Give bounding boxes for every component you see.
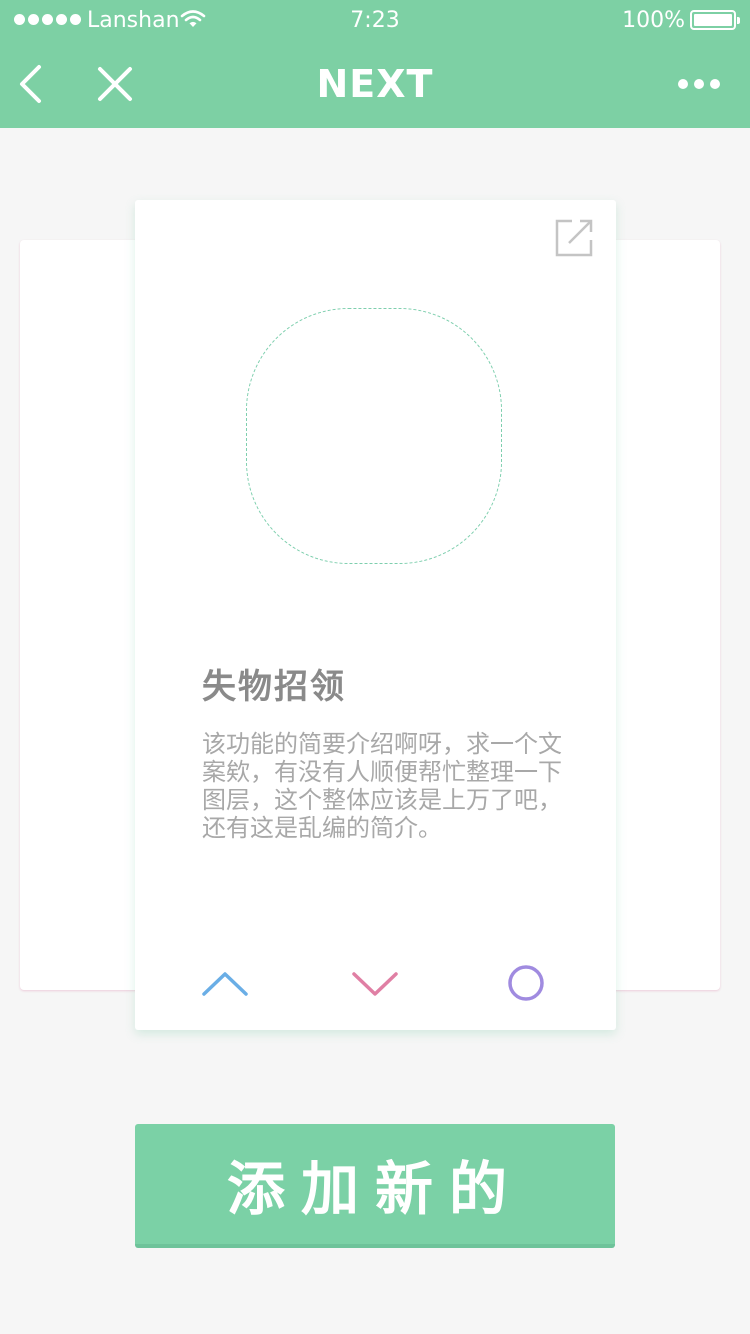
downvote-button[interactable] <box>350 960 400 1004</box>
chevron-down-icon <box>352 972 398 996</box>
app-header: Lanshan 7:23 100% NEXT <box>0 0 750 128</box>
card-description: 该功能的简要介绍啊呀，求一个文案欸，有没有人顺便帮忙整理一下图层，这个整体应该是… <box>202 730 562 842</box>
more-dots-icon <box>678 79 688 89</box>
upvote-button[interactable] <box>200 960 250 1004</box>
card-title: 失物招领 <box>202 667 346 707</box>
more-options-button[interactable] <box>678 74 724 94</box>
battery-percentage: 100% <box>622 8 685 33</box>
circle-icon <box>508 965 544 1001</box>
status-bar: Lanshan 7:23 100% <box>0 0 750 40</box>
feature-image-placeholder <box>246 308 502 564</box>
battery-icon <box>690 10 740 30</box>
circle-button[interactable] <box>501 960 551 1004</box>
feature-card[interactable]: 失物招领 该功能的简要介绍啊呀，求一个文案欸，有没有人顺便帮忙整理一下图层，这个… <box>135 200 616 1030</box>
chevron-up-icon <box>202 972 248 996</box>
share-icon[interactable] <box>555 219 593 257</box>
add-new-button[interactable]: 添加新的 <box>135 1124 615 1248</box>
page-title: NEXT <box>316 62 434 106</box>
